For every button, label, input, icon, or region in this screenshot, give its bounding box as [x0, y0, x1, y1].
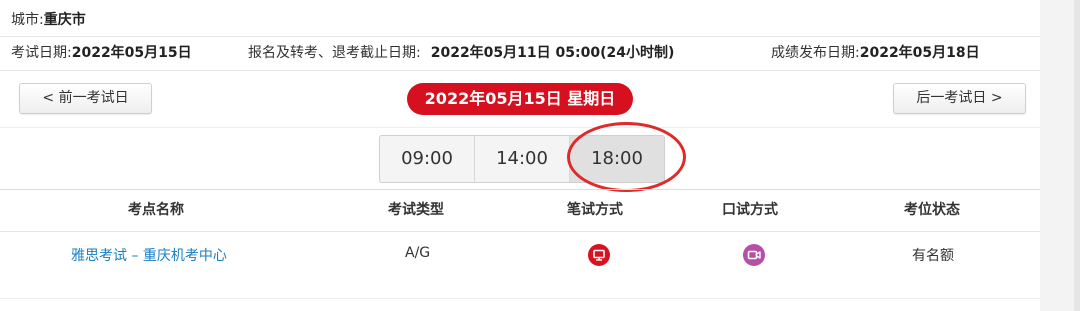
exam-schedule-panel: 城市:重庆市 考试日期:2022年05月15日 报名及转考、退考截止日期: 202… — [0, 0, 1040, 311]
city-row: 城市:重庆市 — [0, 0, 1040, 37]
divider — [0, 127, 1040, 128]
next-exam-day-button[interactable]: 后一考试日 > — [893, 83, 1026, 114]
city-value: 重庆市 — [43, 12, 86, 28]
video-icon — [743, 244, 765, 266]
header-speaking-mode: 口试方式 — [722, 202, 778, 218]
result-date-value: 2022年05月18日 — [859, 45, 980, 61]
deadline-value: 2022年05月11日 05:00(24小时制) — [430, 45, 675, 61]
exam-type-cell: A/G — [405, 245, 431, 261]
time-slot-0900[interactable]: 09:00 — [380, 136, 475, 182]
result-date-label: 成绩发布日期: — [771, 45, 860, 61]
header-venue: 考点名称 — [128, 202, 184, 218]
header-exam-type: 考试类型 — [388, 202, 444, 218]
exam-date-label: 考试日期: — [11, 45, 72, 61]
header-written-mode: 笔试方式 — [567, 202, 623, 218]
current-date-badge: 2022年05月15日 星期日 — [407, 83, 633, 115]
divider — [0, 189, 1040, 190]
divider — [0, 231, 1040, 232]
deadline-date: 报名及转考、退考截止日期: 2022年05月11日 05:00(24小时制) — [248, 37, 674, 70]
venue-link[interactable]: 雅思考试 – 重庆机考中心 — [71, 245, 227, 265]
deadline-label: 报名及转考、退考截止日期: — [248, 45, 421, 61]
computer-icon — [588, 244, 610, 266]
prev-exam-day-button[interactable]: < 前一考试日 — [19, 83, 152, 114]
scrollbar[interactable] — [1074, 0, 1080, 311]
seat-status-cell: 有名额 — [912, 248, 954, 264]
exam-date-value: 2022年05月15日 — [71, 45, 192, 61]
header-seat-status: 考位状态 — [904, 202, 960, 218]
highlight-circle-annotation — [567, 122, 686, 192]
dates-row: 考试日期:2022年05月15日 报名及转考、退考截止日期: 2022年05月11… — [0, 37, 1040, 71]
result-date: 成绩发布日期:2022年05月18日 — [771, 37, 980, 70]
city-label: 城市: — [11, 12, 44, 28]
exam-date: 考试日期:2022年05月15日 — [11, 37, 192, 70]
divider — [0, 298, 1040, 299]
time-slot-1400[interactable]: 14:00 — [475, 136, 570, 182]
